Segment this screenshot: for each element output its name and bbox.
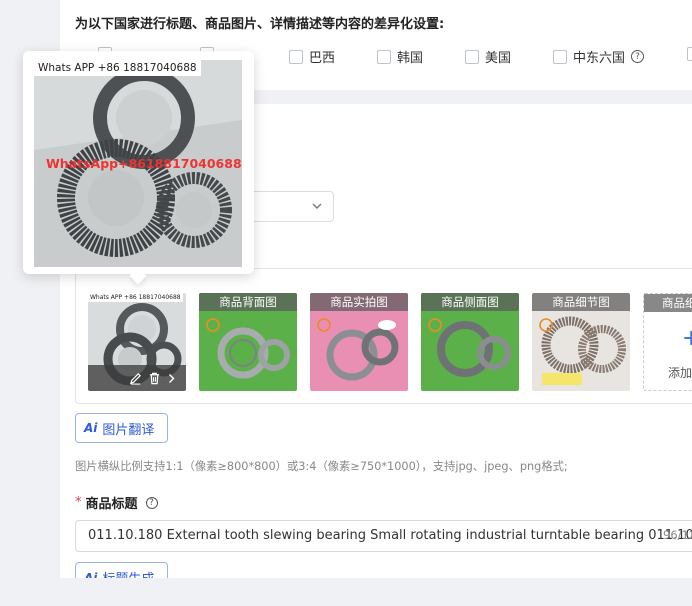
thumb-label: 商品背面图: [199, 293, 297, 311]
thumb-label: 商品实拍图: [310, 293, 408, 311]
add-image-slot[interactable]: 商品细节图 + 添加: [643, 293, 692, 391]
thumb-action-bar: [88, 365, 186, 391]
page-gap: [60, 578, 692, 606]
preview-image: Whats APP +86 18817040688 WhatsApp+86188…: [34, 60, 242, 267]
help-icon[interactable]: ?: [631, 50, 645, 63]
country-checkbox-brazil[interactable]: 巴西: [289, 47, 335, 66]
image-thumb-detail[interactable]: 商品细节图: [532, 293, 630, 391]
title-char-count: 96/128: [663, 528, 692, 542]
chevron-right-icon[interactable]: [167, 373, 176, 384]
checkbox-box[interactable]: [377, 49, 391, 64]
checkbox-box[interactable]: [289, 49, 303, 64]
product-title-label: * 商品标题 ?: [75, 493, 158, 512]
thumb-label: 商品细节图: [644, 294, 692, 312]
image-thumb-side[interactable]: 商品侧面图: [421, 293, 519, 391]
button-label: 图片翻译: [102, 422, 155, 438]
country-checkbox-usa[interactable]: 美国: [465, 47, 511, 66]
image-thumb-back[interactable]: 商品背面图: [199, 293, 297, 391]
thumb-label: 商品细节图: [532, 293, 630, 311]
country-checkbox-next[interactable]: [687, 47, 692, 61]
diff-settings-title: 为以下国家进行标题、商品图片、详情描述等内容的差异化设置:: [75, 17, 445, 32]
country-checkbox-korea[interactable]: 韩国: [377, 47, 423, 66]
delete-icon[interactable]: [148, 372, 161, 385]
main-image-thumb[interactable]: Whats APP +86 18817040688: [88, 293, 186, 391]
checkbox-box[interactable]: [553, 49, 567, 64]
checkbox-label: 中东六国: [573, 51, 626, 66]
checkbox-box[interactable]: [465, 49, 479, 64]
checkbox-label: 美国: [485, 51, 512, 66]
edit-icon[interactable]: [129, 372, 142, 385]
preview-red-watermark: WhatsApp+8618817040688: [46, 156, 242, 171]
thumb-label: 商品侧面图: [421, 293, 519, 311]
image-thumb-real[interactable]: 商品实拍图: [310, 293, 408, 391]
checkbox-box[interactable]: [687, 47, 692, 61]
ai-icon: Ai: [84, 421, 98, 435]
checkbox-label: 巴西: [309, 51, 336, 66]
label-text: 商品标题: [85, 497, 138, 512]
image-translate-button[interactable]: Ai 图片翻译: [75, 413, 168, 443]
image-format-hint: 图片横纵比例支持1:1（像素≥800*800）或3:4（像素≥750*1000）…: [75, 460, 568, 473]
help-icon[interactable]: ?: [145, 496, 158, 509]
country-checkbox-middle-east[interactable]: 中东六国 ?: [553, 47, 645, 66]
plus-icon: +: [682, 326, 692, 351]
product-title-input[interactable]: 011.10.180 External tooth slewing bearin…: [75, 520, 692, 552]
chevron-down-icon: [312, 203, 322, 209]
required-mark: *: [75, 495, 82, 510]
add-image-text: 添加: [668, 366, 692, 380]
thumb-watermark: Whats APP +86 18817040688: [88, 293, 183, 302]
preview-watermark: Whats APP +86 18817040688: [34, 60, 201, 76]
checkbox-label: 韩国: [397, 51, 424, 66]
